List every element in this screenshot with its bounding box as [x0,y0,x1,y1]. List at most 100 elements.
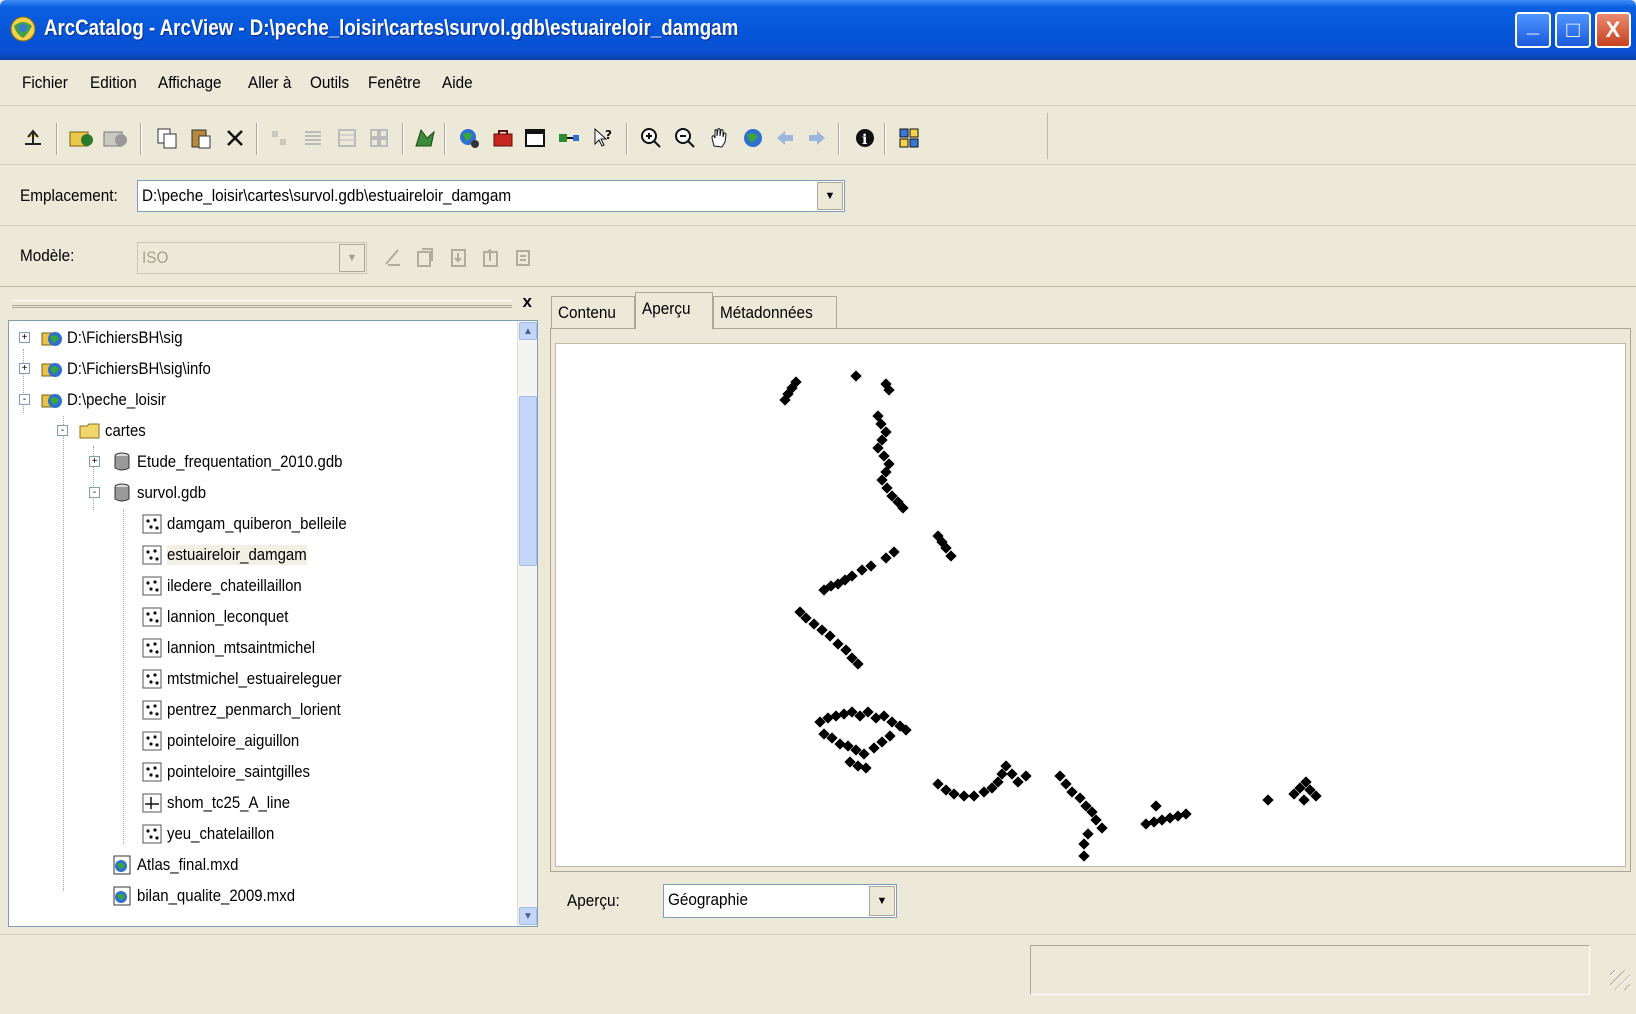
collapse-icon[interactable]: - [89,487,100,498]
menu-fenetre[interactable]: Fenêtre [368,73,421,93]
tree-item[interactable]: + D:\FichiersBH\sig\info [19,354,230,384]
tree-item[interactable]: lannion_mtsaintmichel [141,633,335,663]
large-icons-icon[interactable] [264,123,294,153]
menu-aller-a[interactable]: Aller à [248,73,291,93]
tree-item[interactable]: - survol.gdb [89,478,215,508]
disconnect-folder-icon[interactable] [100,123,130,153]
point-feature [1164,812,1176,824]
tree-item[interactable]: + D:\FichiersBH\sig [19,323,198,353]
tree-item[interactable]: pointeloire_saintgilles [141,757,330,787]
minimize-button[interactable]: _ [1515,12,1551,48]
svg-text:i: i [862,132,867,148]
preview-mode-dropdown-arrow-icon[interactable]: ▼ [869,886,895,916]
maximize-button[interactable]: □ [1555,12,1591,48]
back-icon[interactable] [770,123,800,153]
title-bar[interactable]: ArcCatalog - ArcView - D:\peche_loisir\c… [0,0,1636,60]
point-features-map[interactable] [556,344,1625,866]
menu-edition[interactable]: Edition [90,73,137,93]
update-metadata-icon[interactable] [508,242,538,272]
pane-close-icon[interactable]: x [523,292,532,312]
model-label: Modèle: [20,246,75,265]
point-feature-class-icon [141,730,163,752]
tab-metadonnees[interactable]: Métadonnées [713,296,837,328]
tree-item[interactable]: pentrez_penmarch_lorient [141,695,365,725]
menu-affichage[interactable]: Affichage [158,73,222,93]
point-feature [1096,822,1108,834]
tree-item[interactable]: mtstmichel_estuaireleguer [141,664,365,694]
search-icon[interactable] [454,123,484,153]
copy-icon[interactable] [152,123,182,153]
connect-folder-icon[interactable] [66,123,96,153]
menu-outils[interactable]: Outils [310,73,349,93]
tab-apercu[interactable]: Aperçu [635,292,713,330]
model-combobox[interactable]: ISO ▼ [137,242,367,274]
launch-arcmap-icon[interactable] [410,123,440,153]
menu-aide[interactable]: Aide [442,73,473,93]
full-extent-icon[interactable] [738,123,768,153]
expand-icon[interactable]: + [19,363,30,374]
details-icon[interactable] [332,123,362,153]
scroll-up-arrow-icon[interactable]: ▲ [519,322,537,340]
model-builder-icon[interactable] [554,123,584,153]
tree-item[interactable]: Atlas_final.mxd [111,850,252,880]
forward-icon[interactable] [802,123,832,153]
tree-item[interactable]: damgam_quiberon_belleile [141,509,371,539]
preview-mode-select[interactable]: Géographie ▼ [663,884,897,918]
expand-icon[interactable]: + [19,332,30,343]
geography-preview[interactable] [555,343,1626,867]
list-icon[interactable] [298,123,328,153]
create-thumbnail-icon[interactable] [894,123,924,153]
whats-this-icon[interactable]: ? [588,123,618,153]
command-line-icon[interactable] [520,123,550,153]
arctoolbox-icon[interactable] [488,123,518,153]
tree-item[interactable]: - cartes [57,416,151,446]
tab-label: Aperçu [642,299,691,318]
collapse-icon[interactable]: - [19,394,30,405]
tree-item[interactable]: + Etude_frequentation_2010.gdb [89,447,370,477]
point-feature [824,630,836,642]
tab-contenu[interactable]: Contenu [551,296,635,328]
resize-grip-icon[interactable] [1610,970,1630,990]
tree-item[interactable]: iledere_chateillaillon [141,571,320,601]
location-combobox[interactable]: D:\peche_loisir\cartes\survol.gdb\estuai… [137,180,845,212]
thumbnails-icon[interactable] [364,123,394,153]
menu-fichier[interactable]: Fichier [22,73,68,93]
export-metadata-icon[interactable] [476,242,506,272]
identify-icon[interactable]: i [850,123,880,153]
edit-metadata-icon[interactable] [378,242,408,272]
toolbar-separator [140,123,142,155]
tree-item[interactable]: - D:\peche_loisir [19,385,179,415]
collapse-icon[interactable]: - [57,425,68,436]
import-metadata-icon[interactable] [444,242,474,272]
close-button[interactable]: X [1595,12,1631,48]
expand-icon[interactable]: + [89,456,100,467]
model-dropdown-arrow-icon[interactable]: ▼ [339,244,365,272]
tree-item[interactable]: bilan_qualite_2009.mxd [111,881,317,911]
tree-vertical-scrollbar[interactable]: ▲ ▼ [517,321,537,926]
metadata-properties-icon[interactable] [410,242,440,272]
up-one-level-icon[interactable] [18,123,48,153]
tree-item[interactable]: pointeloire_aiguillon [141,726,317,756]
point-feature [840,644,852,656]
tree-item[interactable]: shom_tc25_A_line [141,788,307,818]
scroll-down-arrow-icon[interactable]: ▼ [519,907,537,925]
point-feature [1156,814,1168,826]
geodatabase-icon [111,451,133,473]
scroll-thumb[interactable] [519,396,537,566]
paste-icon[interactable] [186,123,216,153]
pan-icon[interactable] [704,123,734,153]
point-feature [1074,792,1086,804]
zoom-in-icon[interactable] [636,123,666,153]
zoom-out-icon[interactable] [670,123,700,153]
tree-pane-header[interactable]: x [8,292,538,316]
tree-item[interactable]: yeu_chatelaillon [141,819,289,849]
folder-connection-icon [41,327,63,349]
delete-icon[interactable] [220,123,250,153]
location-dropdown-arrow-icon[interactable]: ▼ [817,182,843,210]
tree-item[interactable]: estuaireloir_damgam [141,540,326,570]
tree-item[interactable]: lannion_leconquet [141,602,305,632]
catalog-tree[interactable]: ▲ ▼ + D:\FichiersBH\sig + D:\FichiersBH\sig… [8,320,538,927]
point-feature [1148,816,1160,828]
preview-mode-value: Géographie [668,890,748,909]
point-feature-class-icon [141,513,163,535]
